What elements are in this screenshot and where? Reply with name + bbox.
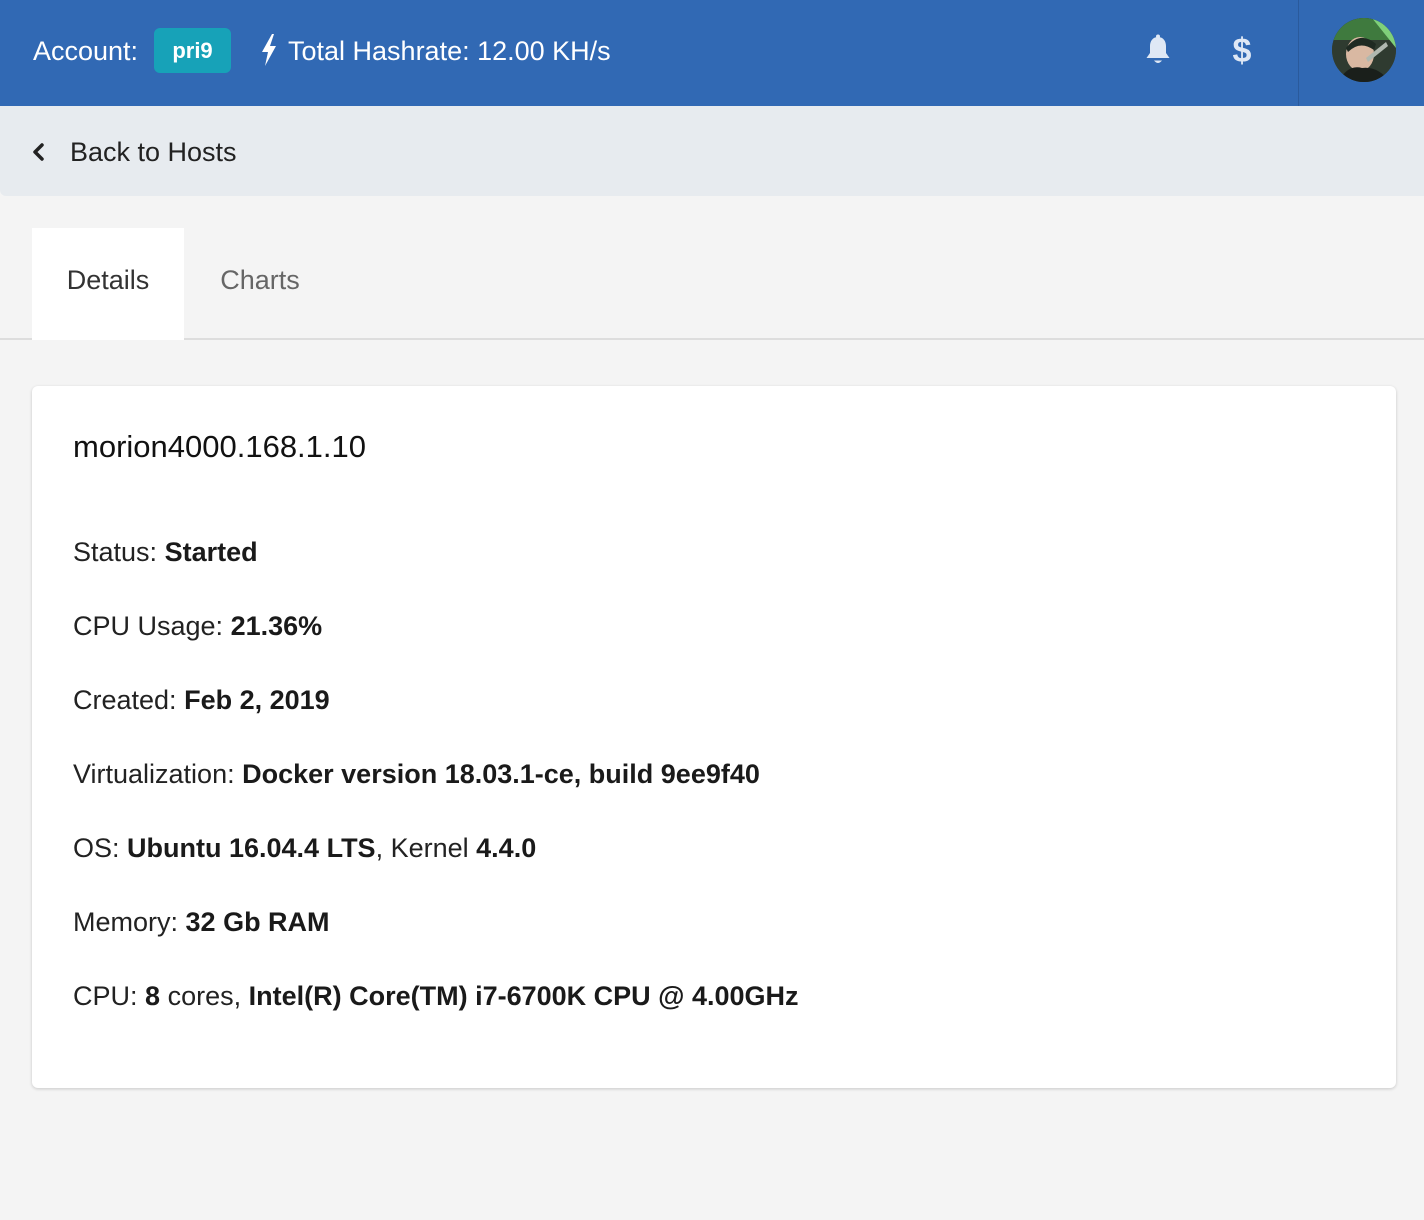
total-hashrate: Total Hashrate: 12.00 KH/s xyxy=(288,36,611,66)
kernel-label: , Kernel xyxy=(375,833,469,863)
virtualization-value: Docker version 18.03.1-ce, build 9ee9f40 xyxy=(242,759,760,789)
cpu-usage-value: 21.36% xyxy=(230,611,323,641)
cpu-cores-suffix: cores, xyxy=(167,981,242,1011)
created-value: Feb 2, 2019 xyxy=(184,685,330,715)
memory-label: Memory: xyxy=(73,907,179,937)
account-label: Account: xyxy=(33,36,139,66)
back-to-hosts-link[interactable]: Back to Hosts xyxy=(28,134,237,170)
cpu-label: CPU: xyxy=(73,981,138,1011)
cpu-usage-label: CPU Usage: xyxy=(73,611,224,641)
cpu-model-value: Intel(R) Core(TM) i7-6700K CPU @ 4.00GHz xyxy=(248,981,799,1011)
bolt-icon xyxy=(262,34,276,66)
chevron-left-icon xyxy=(33,143,44,161)
svg-text:$: $ xyxy=(1233,32,1252,70)
topbar-divider xyxy=(1298,0,1299,106)
cpu-row: CPU: 8 cores, Intel(R) Core(TM) i7-6700K… xyxy=(73,979,799,1013)
tab-bar: Details Charts xyxy=(0,228,1424,340)
memory-value: 32 Gb RAM xyxy=(185,907,330,937)
os-value: Ubuntu 16.04.4 LTS xyxy=(127,833,376,863)
os-row: OS: Ubuntu 16.04.4 LTS, Kernel 4.4.0 xyxy=(73,831,536,865)
status-row: Status: Started xyxy=(73,535,258,569)
avatar[interactable] xyxy=(1332,18,1396,82)
back-bar: Back to Hosts xyxy=(0,106,1424,196)
created-row: Created: Feb 2, 2019 xyxy=(73,683,330,717)
bell-icon[interactable] xyxy=(1142,34,1174,68)
tab-details[interactable]: Details xyxy=(32,228,184,340)
kernel-value: 4.4.0 xyxy=(476,833,537,863)
top-navbar: Account: pri9 Total Hashrate: 12.00 KH/s… xyxy=(0,0,1424,106)
cpu-usage-row: CPU Usage: 21.36% xyxy=(73,609,322,643)
cpu-cores-value: 8 xyxy=(145,981,161,1011)
status-label: Status: xyxy=(73,537,158,567)
back-link-label: Back to Hosts xyxy=(70,136,237,167)
host-name: morion4000.168.1.10 xyxy=(73,429,367,464)
dollar-icon[interactable]: $ xyxy=(1228,32,1256,70)
virtualization-row: Virtualization: Docker version 18.03.1-c… xyxy=(73,757,760,791)
host-details-card: morion4000.168.1.10 Status: Started CPU … xyxy=(32,386,1396,1088)
created-label: Created: xyxy=(73,685,177,715)
tab-charts[interactable]: Charts xyxy=(184,228,336,338)
account-badge[interactable]: pri9 xyxy=(154,28,231,73)
memory-row: Memory: 32 Gb RAM xyxy=(73,905,330,939)
os-label: OS: xyxy=(73,833,120,863)
virtualization-label: Virtualization: xyxy=(73,759,235,789)
status-value: Started xyxy=(164,537,258,567)
